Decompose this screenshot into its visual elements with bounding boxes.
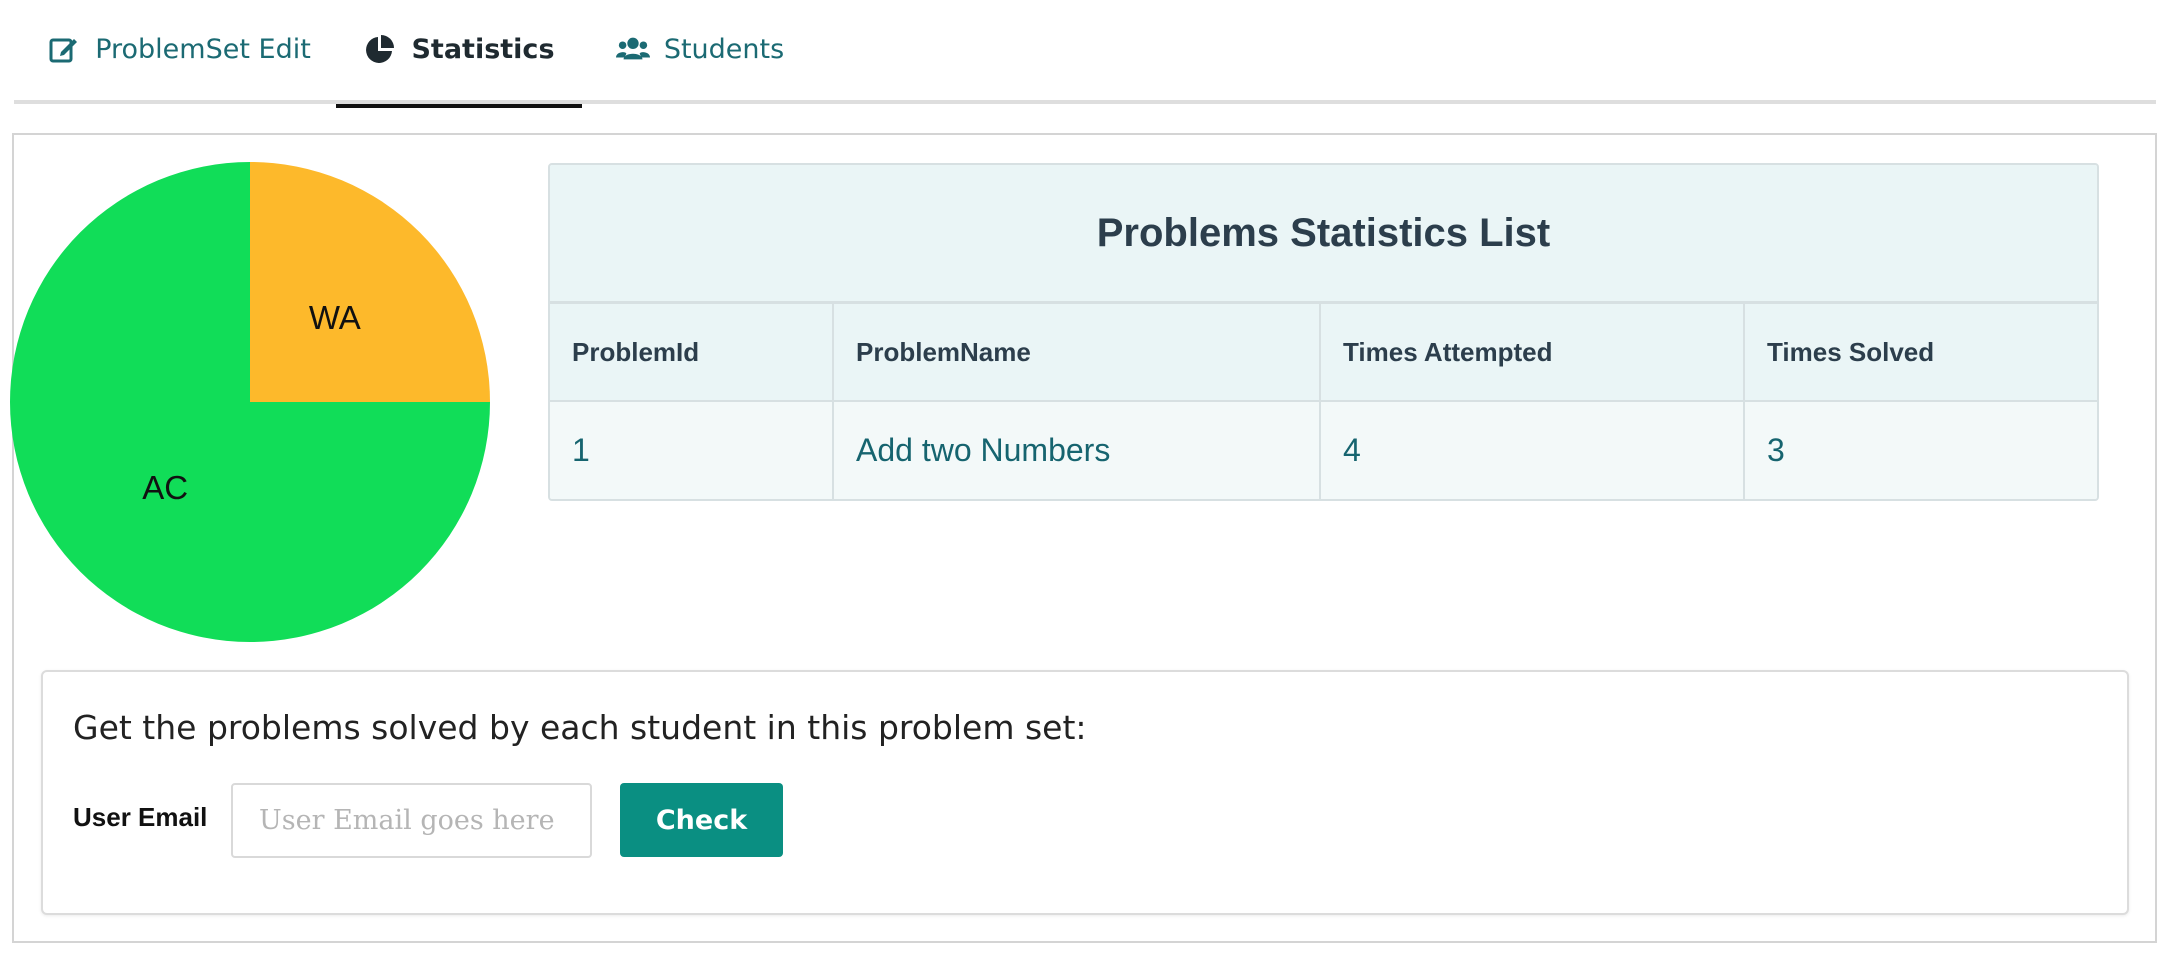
pie-chart-icon — [363, 32, 397, 66]
tab-label: ProblemSet Edit — [95, 33, 311, 65]
edit-icon — [47, 32, 81, 66]
pie-chart-svg: WA AC — [10, 162, 490, 642]
check-button[interactable]: Check — [620, 783, 783, 857]
cell-times-attempted: 4 — [1320, 401, 1745, 499]
user-email-label: User Email — [73, 802, 208, 832]
table-title: Problems Statistics List — [550, 165, 2097, 304]
table-row: 1 Add two Numbers 4 3 — [550, 401, 2097, 499]
column-header-times-solved: Times Solved — [1744, 304, 2097, 402]
problems-statistics-table: Problems Statistics List ProblemId Probl… — [548, 163, 2099, 501]
cell-problem-name: Add two Numbers — [833, 401, 1321, 499]
pie-slice-wa — [250, 162, 490, 402]
cell-times-solved: 3 — [1744, 401, 2097, 499]
problem-name-link[interactable]: Add two Numbers — [856, 432, 1110, 468]
pie-label-ac: AC — [142, 469, 188, 506]
stats-table: ProblemId ProblemName Times Attempted Ti… — [550, 304, 2097, 499]
column-header-problem-id: ProblemId — [550, 304, 834, 402]
tab-statistics[interactable]: Statistics — [336, 0, 582, 108]
tab-bar: ProblemSet Edit Statistics Students — [14, 0, 2156, 108]
column-header-times-attempted: Times Attempted — [1320, 304, 1745, 402]
table-header-row: ProblemId ProblemName Times Attempted Ti… — [550, 304, 2097, 402]
student-lookup-card: Get the problems solved by each student … — [41, 670, 2129, 915]
tab-problemset-edit[interactable]: ProblemSet Edit — [44, 0, 314, 104]
tab-label: Students — [663, 33, 785, 65]
tab-students[interactable]: Students — [600, 0, 800, 104]
lookup-heading: Get the problems solved by each student … — [73, 708, 1087, 747]
users-icon — [615, 32, 650, 66]
user-email-input[interactable] — [231, 783, 592, 858]
cell-problem-id: 1 — [550, 401, 834, 499]
verdict-pie-chart: WA AC — [8, 160, 492, 644]
column-header-problem-name: ProblemName — [833, 304, 1321, 402]
tab-label: Statistics — [411, 33, 555, 65]
pie-label-wa: WA — [309, 299, 361, 336]
